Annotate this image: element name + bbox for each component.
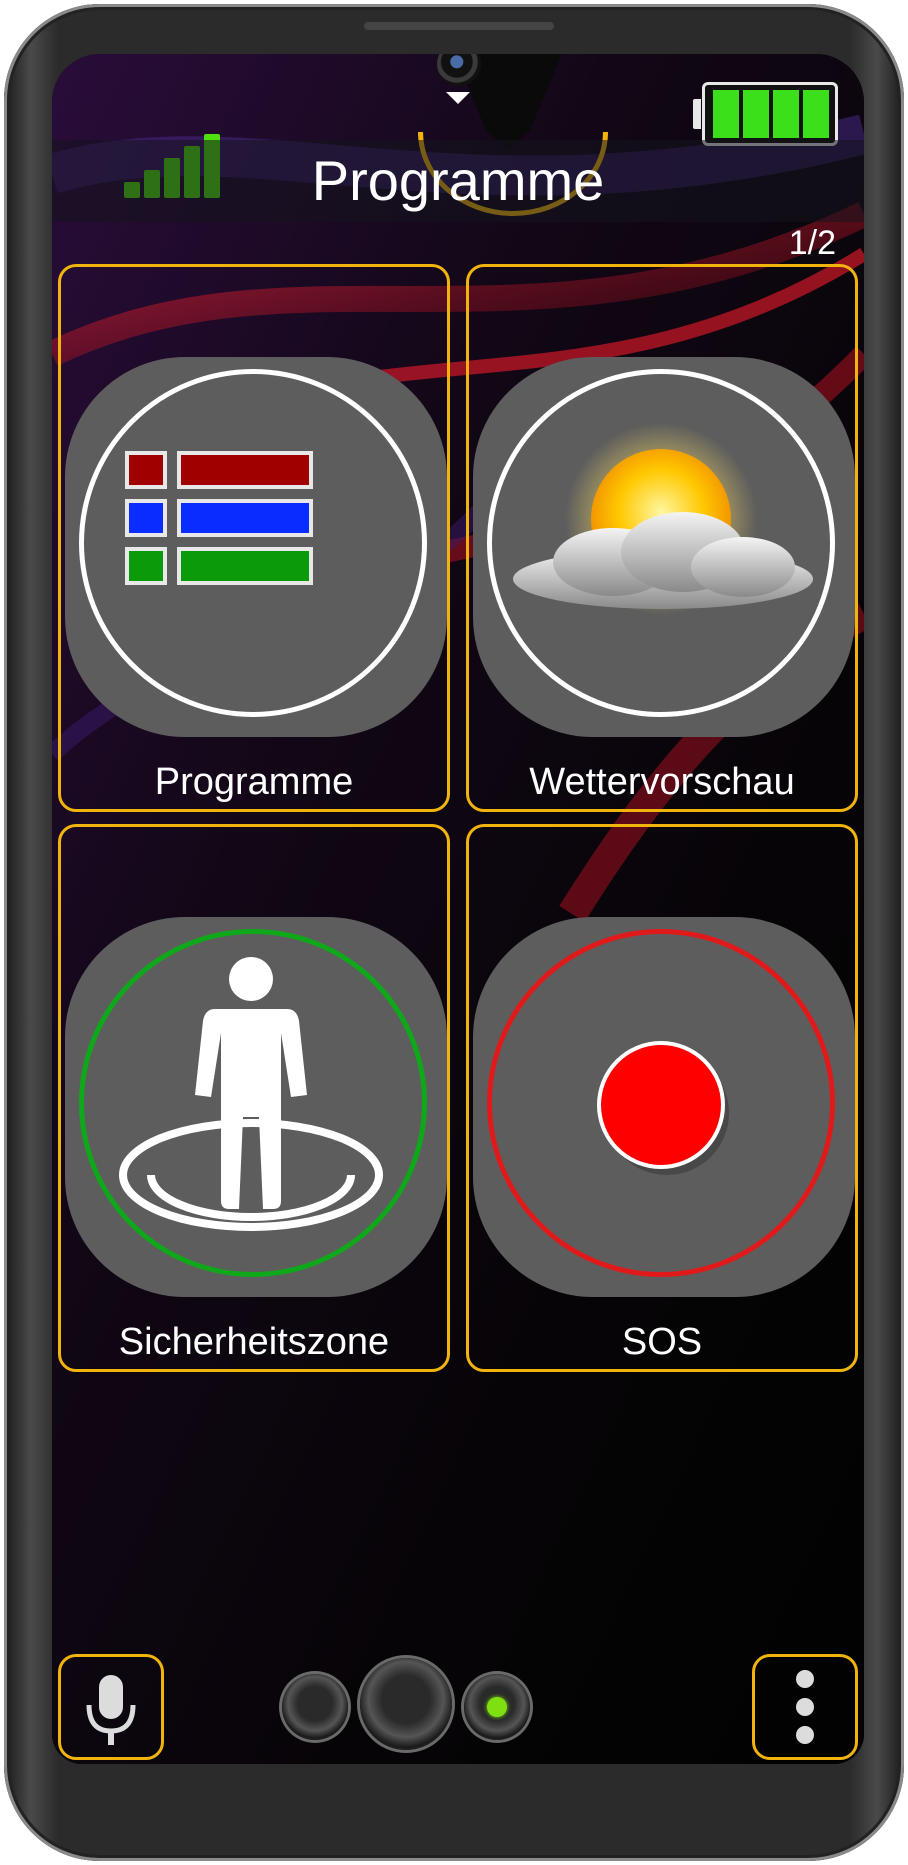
voice-input-button[interactable] (58, 1654, 164, 1760)
tile-sos[interactable]: SOS (466, 824, 858, 1372)
earpiece-speaker (364, 22, 554, 30)
microphone-icon (86, 1675, 136, 1745)
bottom-bar (52, 1654, 864, 1764)
nav-home-button[interactable] (360, 1658, 452, 1750)
weather-sun-cloud-icon (513, 423, 813, 615)
tile-wettervorschau[interactable]: Wettervorschau (466, 264, 858, 812)
icon-background (65, 917, 447, 1297)
tile-label: SOS (621, 1321, 703, 1363)
page-title: Programme (52, 140, 864, 222)
tile-label: Sicherheitszone (118, 1321, 390, 1363)
tile-sicherheitszone[interactable]: Sicherheitszone (58, 824, 450, 1372)
page-indicator: 1/2 (788, 224, 836, 262)
screen: Programme 1/2 Programme Wettervorschau S… (52, 54, 864, 1764)
icon-background (473, 357, 855, 737)
active-indicator-dot (487, 1697, 507, 1717)
sos-record-icon (597, 1041, 729, 1175)
phone-frame: Programme 1/2 Programme Wettervorschau S… (4, 4, 904, 1861)
nav-back-button[interactable] (282, 1674, 348, 1740)
tile-label: Wettervorschau (529, 761, 795, 803)
programme-list-icon (125, 451, 313, 585)
battery-full-icon (693, 82, 838, 146)
more-vertical-icon (796, 1670, 814, 1744)
tile-programme[interactable]: Programme (58, 264, 450, 812)
pull-down-arrow-icon[interactable] (446, 92, 470, 104)
icon-background (65, 357, 447, 737)
safety-zone-person-icon (119, 957, 383, 1231)
nav-recents-button[interactable] (464, 1674, 530, 1740)
more-menu-button[interactable] (752, 1654, 858, 1760)
icon-background (473, 917, 855, 1297)
tile-label: Programme (154, 761, 354, 803)
